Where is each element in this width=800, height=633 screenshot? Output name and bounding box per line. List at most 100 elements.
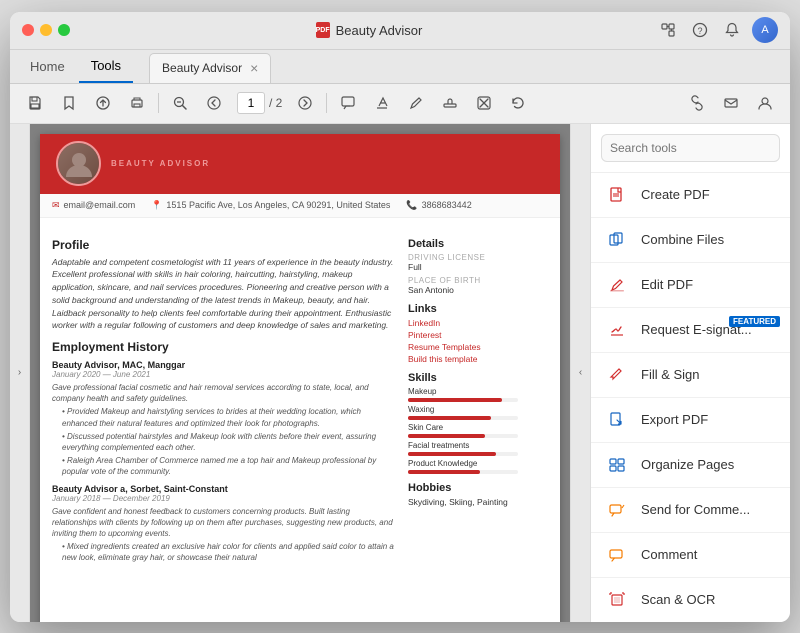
tool-scan-ocr[interactable]: Scan & OCR <box>591 578 790 622</box>
nav-home[interactable]: Home <box>18 50 77 83</box>
job2-bullet-1: Mixed ingredients created an exclusive h… <box>62 541 396 563</box>
skill-skincare: Skin Care <box>408 423 548 438</box>
contact-phone: 📞 3868683442 <box>406 200 471 211</box>
doc-tab-close[interactable]: × <box>250 61 258 75</box>
link-linkedin[interactable]: LinkedIn <box>408 318 548 328</box>
left-panel-toggle[interactable]: › <box>10 124 30 622</box>
user-avatar[interactable]: A <box>752 17 778 43</box>
send-comment-icon <box>603 496 631 524</box>
pdf-right-column: Details Driving license Full Place of bi… <box>408 230 548 566</box>
skills-title: Skills <box>408 372 548 384</box>
prev-page-button[interactable] <box>199 89 229 117</box>
title-bar: PDF Beauty Advisor ? <box>10 12 790 50</box>
skill-product-name: Product Knowledge <box>408 459 548 468</box>
job2-title: Beauty Advisor a, Sorbet, Saint-Constant <box>52 484 396 494</box>
mail-button[interactable] <box>716 89 746 117</box>
tool-create-pdf[interactable]: Create PDF <box>591 173 790 218</box>
job2-date: January 2018 — December 2019 <box>52 494 396 503</box>
chevron-left-icon: ‹ <box>579 367 582 378</box>
featured-badge: FEATURED <box>729 316 780 327</box>
zoom-out-button[interactable] <box>165 89 195 117</box>
hobbies-value: Skydiving, Skiing, Painting <box>408 497 548 507</box>
delete-button[interactable] <box>469 89 499 117</box>
scan-ocr-icon <box>603 586 631 614</box>
highlight-button[interactable] <box>367 89 397 117</box>
contact-email: ✉ email@email.com <box>52 200 135 211</box>
pdf-page: BEAUTY ADVISOR ✉ email@email.com 📍 1515 … <box>40 134 560 622</box>
app-window: PDF Beauty Advisor ? <box>10 12 790 622</box>
stamp-button[interactable] <box>435 89 465 117</box>
pdf-viewer[interactable]: BEAUTY ADVISOR ✉ email@email.com 📍 1515 … <box>30 124 570 622</box>
upload-button[interactable] <box>88 89 118 117</box>
details-title: Details <box>408 238 548 250</box>
skill-facial-name: Facial treatments <box>408 441 548 450</box>
avatar-icon <box>58 143 99 184</box>
skill-waxing: Waxing <box>408 405 548 420</box>
contact-address: 📍 1515 Pacific Ave, Los Angeles, CA 9029… <box>151 200 390 211</box>
comment-button[interactable] <box>333 89 363 117</box>
right-panel-toggle[interactable]: ‹ <box>570 124 590 622</box>
pdf-header: BEAUTY ADVISOR <box>40 134 560 194</box>
skill-waxing-name: Waxing <box>408 405 548 414</box>
toolbar: 1 / 2 <box>10 84 790 124</box>
notifications-button[interactable] <box>720 18 744 42</box>
pdf-title-label: BEAUTY ADVISOR <box>111 159 210 168</box>
skill-facial: Facial treatments <box>408 441 548 456</box>
help-button[interactable]: ? <box>688 18 712 42</box>
tool-edit-pdf[interactable]: Edit PDF <box>591 263 790 308</box>
traffic-lights <box>22 24 70 36</box>
chevron-right-icon: › <box>18 367 21 378</box>
link-build-template[interactable]: Build this template <box>408 354 548 364</box>
birth-label: Place of birth <box>408 276 548 285</box>
page-indicator: 1 / 2 <box>237 92 282 114</box>
undo-button[interactable] <box>503 89 533 117</box>
job1-desc: Gave professional facial cosmetic and ha… <box>52 382 396 404</box>
print-button[interactable] <box>122 89 152 117</box>
page-number-input[interactable]: 1 <box>237 92 265 114</box>
tool-comment[interactable]: Comment <box>591 533 790 578</box>
combine-files-label: Combine Files <box>641 232 724 247</box>
bookmark-button[interactable] <box>54 89 84 117</box>
save-button[interactable] <box>20 89 50 117</box>
maximize-button[interactable] <box>58 24 70 36</box>
tool-combine-files[interactable]: Combine Files <box>591 218 790 263</box>
export-pdf-icon <box>603 406 631 434</box>
pdf-left-column: Profile Adaptable and competent cosmetol… <box>52 230 396 566</box>
tool-send-comment[interactable]: Send for Comme... <box>591 488 790 533</box>
tools-list: Create PDF Combine Files Edit PDF Request E… <box>591 173 790 622</box>
tool-request-esign[interactable]: Request E-signat...FEATURED <box>591 308 790 353</box>
tool-fill-sign[interactable]: Fill & Sign <box>591 353 790 398</box>
link-button[interactable] <box>682 89 712 117</box>
close-button[interactable] <box>22 24 34 36</box>
nav-tools[interactable]: Tools <box>79 50 133 83</box>
birth-value: San Antonio <box>408 285 548 295</box>
create-pdf-icon <box>603 181 631 209</box>
search-tools-box <box>591 124 790 173</box>
job1-bullet-1: Provided Makeup and hairstyling services… <box>62 406 396 428</box>
contact-phone-value: 3868683442 <box>422 200 472 210</box>
tool-organize-pages[interactable]: Organize Pages <box>591 443 790 488</box>
draw-button[interactable] <box>401 89 431 117</box>
search-tools-input[interactable] <box>601 134 780 162</box>
link-resume-templates[interactable]: Resume Templates <box>408 342 548 352</box>
comment-label: Comment <box>641 547 697 562</box>
window-title: Beauty Advisor <box>336 23 423 38</box>
send-comment-label: Send for Comme... <box>641 502 750 517</box>
phone-icon: 📞 <box>406 200 417 211</box>
doc-tab[interactable]: Beauty Advisor × <box>149 53 271 83</box>
next-page-button[interactable] <box>290 89 320 117</box>
toolbar-sep-2 <box>326 93 327 113</box>
window-title-area: PDF Beauty Advisor <box>82 22 656 38</box>
create-pdf-label: Create PDF <box>641 187 710 202</box>
organize-pages-label: Organize Pages <box>641 457 734 472</box>
job1-bullet-3: Raleigh Area Chamber of Commerce named m… <box>62 455 396 477</box>
link-pinterest[interactable]: Pinterest <box>408 330 548 340</box>
tab-bar: Home Tools Beauty Advisor × <box>10 50 790 84</box>
share-button[interactable] <box>656 18 680 42</box>
user-tool-button[interactable] <box>750 89 780 117</box>
skill-makeup: Makeup <box>408 387 548 402</box>
minimize-button[interactable] <box>40 24 52 36</box>
edit-pdf-label: Edit PDF <box>641 277 693 292</box>
title-bar-actions: ? A <box>656 17 778 43</box>
tool-export-pdf[interactable]: Export PDF <box>591 398 790 443</box>
